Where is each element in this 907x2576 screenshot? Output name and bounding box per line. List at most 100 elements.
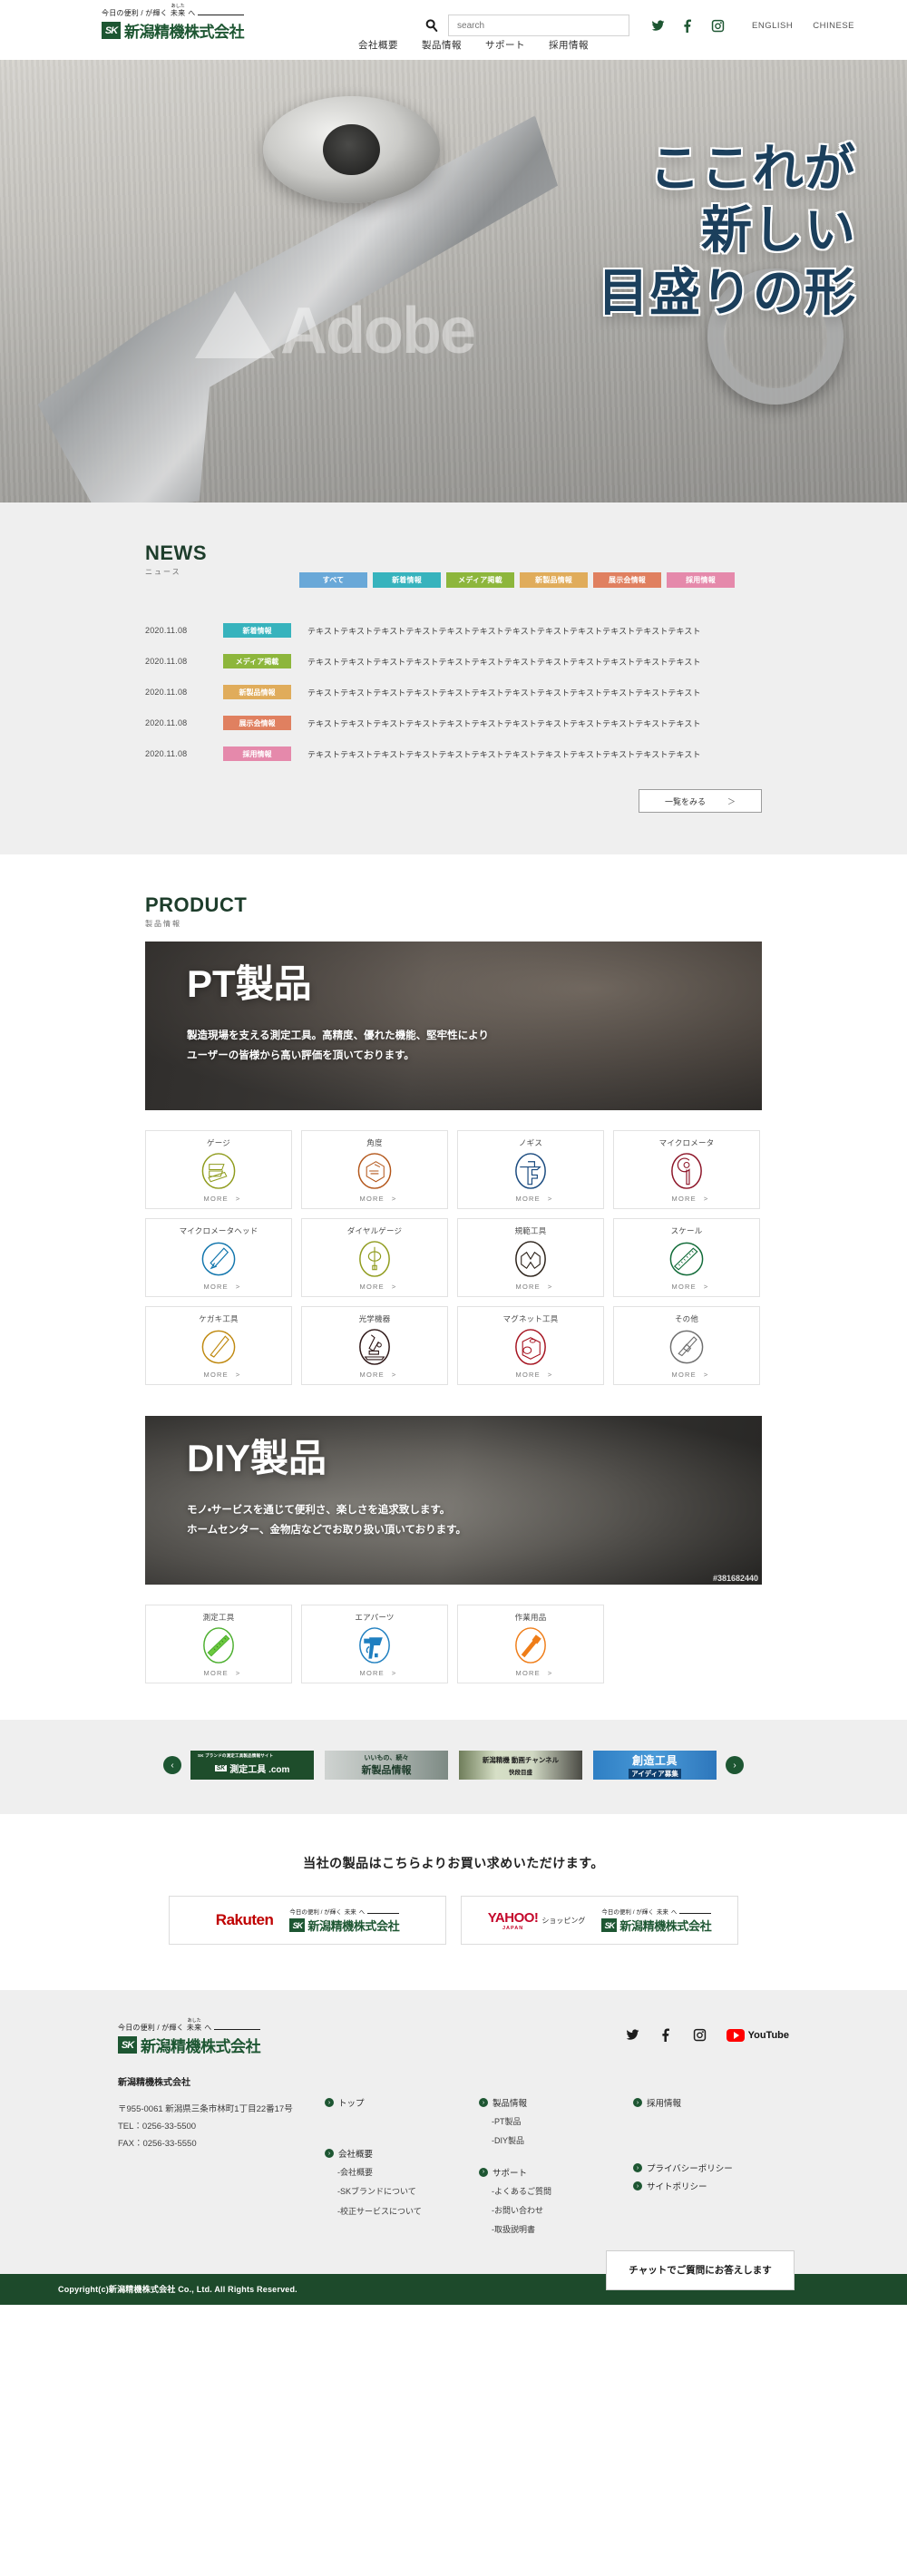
footer-link-site-policy[interactable]: › サイトポリシー: [633, 2180, 769, 2192]
nav-company[interactable]: 会社概要: [358, 38, 398, 52]
product-card-dial-gauge[interactable]: ダイヤルゲージ MORE >: [301, 1218, 448, 1298]
news-list-item[interactable]: 2020.11.08 採用情報 テキストテキストテキストテキストテキストテキスト…: [145, 738, 762, 769]
footer-link-label: トップ: [338, 2099, 365, 2110]
carousel-items: SK ブランドの測定工具製品情報サイト SK 測定工具 .com いいもの、続々…: [190, 1751, 717, 1781]
product-card-micrometer[interactable]: マイクロメータ MORE >: [613, 1130, 760, 1210]
hero-disc-image: [263, 96, 440, 203]
product-card-more[interactable]: MORE >: [614, 1195, 759, 1203]
footer-link-support[interactable]: › サポート: [479, 2166, 633, 2179]
search-icon[interactable]: [424, 18, 439, 33]
facebook-icon[interactable]: [659, 2028, 673, 2043]
news-tab-media[interactable]: メディア掲載: [446, 572, 514, 589]
footer-sublink-calibration[interactable]: -校正サービスについて: [337, 2204, 479, 2220]
nav-products[interactable]: 製品情報: [422, 38, 462, 52]
product-card-more[interactable]: MORE >: [302, 1669, 447, 1677]
carousel-item-video-channel[interactable]: 新潟精機 動画チャンネル 快段目盛: [459, 1751, 582, 1781]
product-card-more[interactable]: MORE >: [458, 1283, 603, 1291]
more-label: MORE: [515, 1669, 541, 1678]
product-card-more[interactable]: MORE >: [146, 1195, 291, 1203]
youtube-link[interactable]: YouTube: [726, 2028, 789, 2042]
product-card-scriber[interactable]: ケガキ工具 MORE >: [145, 1306, 292, 1386]
product-card-vee-block[interactable]: 規範工具 MORE >: [457, 1218, 604, 1298]
carousel-prev-button[interactable]: ‹: [163, 1756, 181, 1775]
lang-chinese[interactable]: CHINESE: [813, 21, 854, 31]
news-view-all-button[interactable]: 一覧をみる ＞: [639, 789, 762, 814]
product-card-more[interactable]: MORE >: [614, 1283, 759, 1291]
more-label: MORE: [359, 1283, 385, 1292]
news-list-item[interactable]: 2020.11.08 新製品情報 テキストテキストテキストテキストテキストテキス…: [145, 677, 762, 707]
news-tab-new[interactable]: 新着情報: [373, 572, 441, 589]
footer-link-recruit[interactable]: › 採用情報: [633, 2096, 769, 2109]
footer-sublink-faq[interactable]: -よくあるご質問: [492, 2184, 633, 2200]
footer-link-company[interactable]: › 会社概要: [325, 2147, 479, 2160]
product-card-more[interactable]: MORE >: [458, 1195, 603, 1203]
news-list-item[interactable]: 2020.11.08 新着情報 テキストテキストテキストテキストテキストテキスト…: [145, 615, 762, 646]
product-card-more[interactable]: MORE >: [302, 1195, 447, 1203]
footer-sublink-company-outline[interactable]: -会社概要: [337, 2165, 479, 2181]
gauge-blocks-icon: [201, 1153, 236, 1190]
nav-support[interactable]: サポート: [485, 38, 525, 52]
micrometer-icon: [671, 1153, 702, 1190]
product-card-optical[interactable]: 光学機器 MORE >: [301, 1306, 448, 1386]
facebook-icon[interactable]: [681, 18, 695, 33]
news-list-item[interactable]: 2020.11.08 メディア掲載 テキストテキストテキストテキストテキストテキ…: [145, 646, 762, 677]
nav-recruit[interactable]: 採用情報: [549, 38, 589, 52]
footer-link-products[interactable]: › 製品情報: [479, 2096, 633, 2109]
product-card-more[interactable]: MORE >: [614, 1371, 759, 1379]
twitter-icon[interactable]: [651, 19, 665, 33]
product-card-more[interactable]: MORE >: [458, 1371, 603, 1379]
chat-support-button[interactable]: チャットでご質問にお答えします: [606, 2249, 795, 2290]
news-tab-all[interactable]: すべて: [299, 572, 367, 589]
news-tab-product[interactable]: 新製品情報: [520, 572, 588, 589]
product-card-more[interactable]: MORE >: [146, 1669, 291, 1677]
product-card-angle[interactable]: 角度 MORE >: [301, 1130, 448, 1210]
news-filter-tabs: すべて 新着情報 メディア掲載 新製品情報 展示会情報 採用情報: [299, 572, 735, 590]
product-card-more[interactable]: MORE >: [302, 1371, 447, 1379]
product-card-more[interactable]: MORE >: [302, 1283, 447, 1291]
footer-link-top[interactable]: › トップ: [325, 2096, 479, 2109]
footer-sublink-pt[interactable]: -PT製品: [492, 2114, 633, 2130]
product-card-other[interactable]: その他 MORE >: [613, 1306, 760, 1386]
product-card-micrometer-head[interactable]: マイクロメータヘッド MORE >: [145, 1218, 292, 1298]
diy-card-work-supplies[interactable]: 作業用品 MORE >: [457, 1605, 604, 1684]
logo-tagline: 今日の便利 / が輝く あした 未来 へ: [118, 2018, 260, 2033]
diy-card-air-parts[interactable]: エアパーツ MORE >: [301, 1605, 448, 1684]
carousel-item-subtitle: アイディア募集: [629, 1768, 681, 1779]
news-tab-expo[interactable]: 展示会情報: [593, 572, 661, 589]
footer-link-privacy[interactable]: › プライバシーポリシー: [633, 2161, 769, 2174]
more-label: MORE: [203, 1283, 229, 1292]
arrow-circle-icon: ›: [633, 2163, 642, 2173]
product-card-more[interactable]: MORE >: [146, 1371, 291, 1379]
site-logo[interactable]: 今日の便利 / が輝く あした 未来 へ SK 新潟精機株式会社: [102, 4, 245, 42]
search-input[interactable]: [448, 15, 630, 36]
footer-sublink-sk-brand[interactable]: -SKブランドについて: [337, 2184, 479, 2200]
carousel-next-button[interactable]: ›: [726, 1756, 744, 1775]
news-tab-recruit[interactable]: 採用情報: [667, 572, 735, 589]
instagram-icon[interactable]: [693, 2028, 707, 2042]
news-date: 2020.11.08: [145, 688, 188, 698]
product-card-more[interactable]: MORE >: [146, 1283, 291, 1291]
instagram-icon[interactable]: [711, 19, 725, 33]
carousel-item-new-products[interactable]: いいもの、続々 新製品情報: [325, 1751, 448, 1781]
product-card-scale[interactable]: スケール MORE >: [613, 1218, 760, 1298]
product-card-caliper[interactable]: ノギス MORE >: [457, 1130, 604, 1210]
footer-sublink-contact[interactable]: -お問い合わせ: [492, 2203, 633, 2219]
carousel-item-sokuteikougu[interactable]: SK ブランドの測定工具製品情報サイト SK 測定工具 .com: [190, 1751, 314, 1781]
news-list-item[interactable]: 2020.11.08 展示会情報 テキストテキストテキストテキストテキストテキス…: [145, 707, 762, 738]
footer-sublink-diy[interactable]: -DIY製品: [492, 2133, 633, 2149]
pt-product-banner[interactable]: PT製品 製造現場を支える測定工具。高精度、優れた機能、堅牢性により ユーザーの…: [145, 942, 762, 1111]
diy-product-banner[interactable]: DIY製品 モノ・サービスを通じて便利さ、楽しさを追求致します。 ホームセンター…: [145, 1416, 762, 1586]
diy-card-measuring-tools[interactable]: 測定工具 MORE >: [145, 1605, 292, 1684]
product-card-magnet[interactable]: マグネット工具 MORE >: [457, 1306, 604, 1386]
shop-card-rakuten[interactable]: Rakuten 今日の便利 / が輝く 未来へ SK 新潟精機株式会社: [169, 1896, 446, 1946]
footer-sublink-manual[interactable]: -取扱説明書: [492, 2222, 633, 2238]
product-card-more[interactable]: MORE >: [458, 1669, 603, 1677]
product-card-gauge[interactable]: ゲージ MORE >: [145, 1130, 292, 1210]
banner-carousel: ‹ SK ブランドの測定工具製品情報サイト SK 測定工具 .com いいもの、…: [0, 1751, 907, 1781]
footer-logo[interactable]: 今日の便利 / が輝く あした 未来 へ SK 新潟精機株式会社: [118, 2018, 261, 2056]
product-card-title: 規範工具: [514, 1226, 547, 1236]
carousel-item-idea-contest[interactable]: 創造工具 アイディア募集: [593, 1751, 717, 1781]
twitter-icon[interactable]: [626, 2028, 639, 2042]
shop-card-yahoo[interactable]: YAHOO! JAPAN ショッピング 今日の便利 / が輝く 未来へ SK 新潟…: [461, 1896, 738, 1946]
lang-english[interactable]: ENGLISH: [752, 21, 793, 31]
